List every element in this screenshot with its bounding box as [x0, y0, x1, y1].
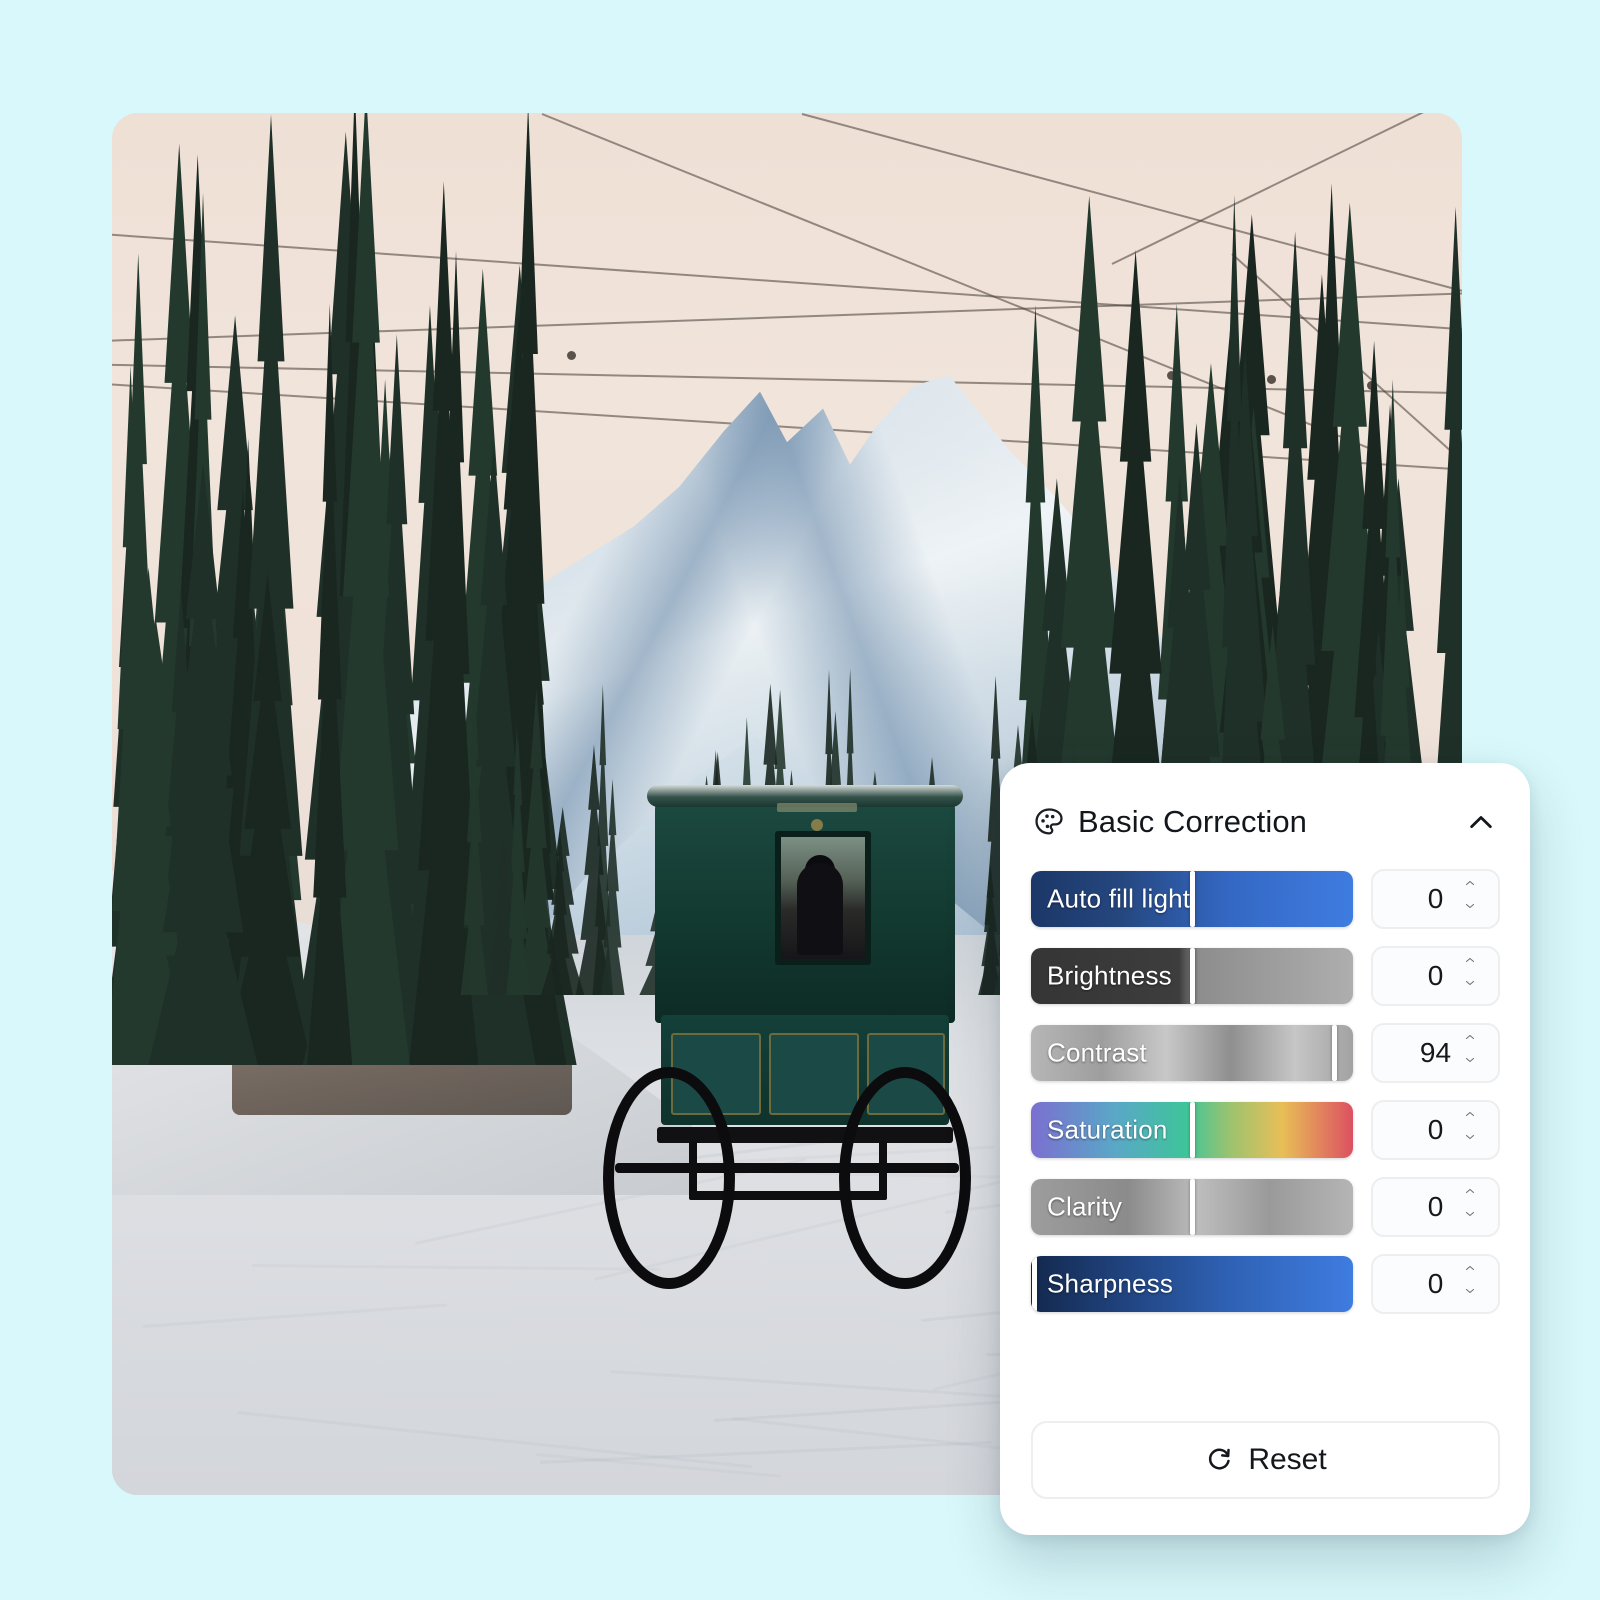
slider-row-sharpness: Sharpness 0 — [1031, 1256, 1500, 1312]
slider-contrast[interactable]: Contrast — [1031, 1025, 1353, 1081]
chevron-up-icon[interactable] — [1459, 1110, 1481, 1128]
chevron-down-icon[interactable] — [1459, 1210, 1481, 1228]
chevron-up-icon[interactable] — [1462, 803, 1500, 841]
chevron-up-icon[interactable] — [1459, 879, 1481, 897]
panel-title: Basic Correction — [1078, 804, 1307, 840]
slider-row-contrast: Contrast 94 — [1031, 1025, 1500, 1081]
slider-label: Sharpness — [1047, 1269, 1173, 1300]
slider-auto-fill-light[interactable]: Auto fill light — [1031, 871, 1353, 927]
chevron-down-icon[interactable] — [1459, 902, 1481, 920]
panel-header: Basic Correction — [1032, 797, 1500, 847]
slider-handle[interactable] — [1190, 871, 1195, 927]
slider-row-auto-fill-light: Auto fill light 0 — [1031, 871, 1500, 927]
carriage-wheel-left — [603, 1067, 735, 1289]
slider-handle[interactable] — [1032, 1256, 1037, 1312]
slider-brightness[interactable]: Brightness — [1031, 948, 1353, 1004]
chevron-down-icon[interactable] — [1459, 1133, 1481, 1151]
horse-carriage — [597, 775, 977, 1315]
reset-label: Reset — [1248, 1443, 1326, 1477]
slider-saturation[interactable]: Saturation — [1031, 1102, 1353, 1158]
reset-button[interactable]: Reset — [1031, 1421, 1500, 1499]
slider-handle[interactable] — [1332, 1025, 1337, 1081]
value-text: 0 — [1428, 1191, 1444, 1223]
slider-row-clarity: Clarity 0 — [1031, 1179, 1500, 1235]
refresh-icon — [1204, 1443, 1234, 1478]
stepper-control[interactable] — [1459, 1110, 1481, 1151]
slider-label: Saturation — [1047, 1115, 1168, 1146]
slider-label: Contrast — [1047, 1038, 1147, 1069]
value-input-contrast[interactable]: 94 — [1371, 1023, 1500, 1083]
chevron-down-icon[interactable] — [1459, 979, 1481, 997]
stepper-control[interactable] — [1459, 956, 1481, 997]
value-input-brightness[interactable]: 0 — [1371, 946, 1500, 1006]
slider-row-brightness: Brightness 0 — [1031, 948, 1500, 1004]
slider-label: Auto fill light — [1047, 884, 1190, 915]
value-text: 94 — [1420, 1037, 1451, 1069]
chevron-down-icon[interactable] — [1459, 1287, 1481, 1305]
value-input-sharpness[interactable]: 0 — [1371, 1254, 1500, 1314]
carriage-crest — [811, 819, 823, 831]
slider-list: Auto fill light 0 Brightness 0 Contrast 94 Sat… — [1031, 871, 1500, 1333]
carriage-lettering — [777, 803, 857, 812]
slider-label: Clarity — [1047, 1192, 1122, 1223]
slider-handle[interactable] — [1190, 1179, 1195, 1235]
value-text: 0 — [1428, 883, 1444, 915]
slider-sharpness[interactable]: Sharpness — [1031, 1256, 1353, 1312]
carriage-panel-center — [769, 1033, 859, 1115]
tree — [456, 677, 492, 995]
slider-label: Brightness — [1047, 961, 1172, 992]
value-input-saturation[interactable]: 0 — [1371, 1100, 1500, 1160]
palette-icon — [1032, 805, 1066, 839]
basic-correction-panel: Basic Correction Auto fill light 0 Brightn… — [1000, 763, 1530, 1535]
chevron-up-icon[interactable] — [1459, 956, 1481, 974]
stepper-control[interactable] — [1459, 1264, 1481, 1305]
value-text: 0 — [1428, 960, 1444, 992]
stepper-control[interactable] — [1459, 1187, 1481, 1228]
chevron-up-icon[interactable] — [1459, 1264, 1481, 1282]
slider-handle[interactable] — [1190, 1102, 1195, 1158]
passenger-silhouette — [797, 863, 843, 955]
chevron-down-icon[interactable] — [1459, 1056, 1481, 1074]
value-text: 0 — [1428, 1114, 1444, 1146]
chevron-up-icon[interactable] — [1459, 1033, 1481, 1051]
app-root: Basic Correction Auto fill light 0 Brightn… — [0, 0, 1600, 1600]
slider-clarity[interactable]: Clarity — [1031, 1179, 1353, 1235]
value-input-auto-fill-light[interactable]: 0 — [1371, 869, 1500, 929]
stepper-control[interactable] — [1459, 1033, 1481, 1074]
stepper-control[interactable] — [1459, 879, 1481, 920]
slider-handle[interactable] — [1190, 948, 1195, 1004]
value-input-clarity[interactable]: 0 — [1371, 1177, 1500, 1237]
value-text: 0 — [1428, 1268, 1444, 1300]
slider-row-saturation: Saturation 0 — [1031, 1102, 1500, 1158]
chevron-up-icon[interactable] — [1459, 1187, 1481, 1205]
carriage-wheel-right — [839, 1067, 971, 1289]
